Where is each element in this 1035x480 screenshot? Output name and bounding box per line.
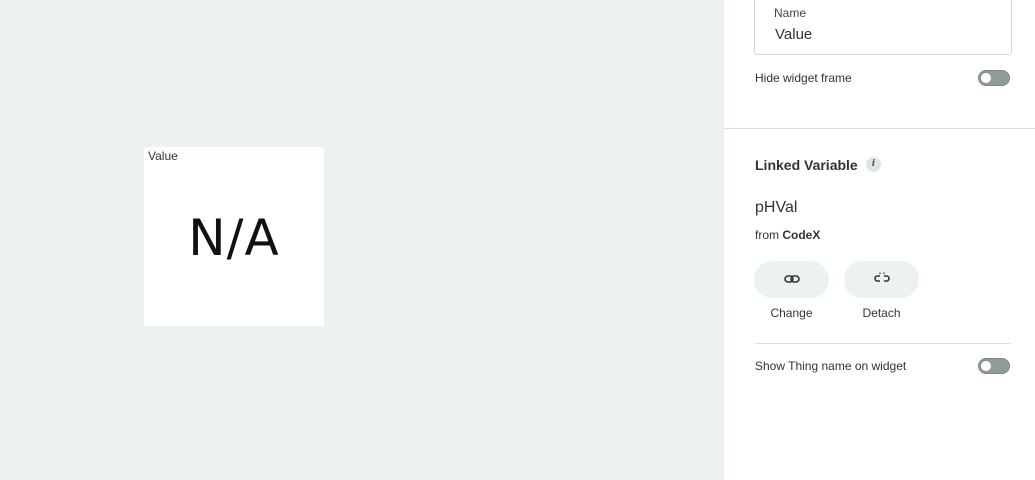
hide-frame-label: Hide widget frame xyxy=(755,71,852,85)
detach-label: Detach xyxy=(862,306,901,320)
row-divider xyxy=(755,343,1011,344)
value-widget[interactable]: Value N/A xyxy=(144,147,324,326)
variable-source: from CodeX xyxy=(755,228,820,242)
variable-name: pHVal xyxy=(755,199,798,216)
widget-value: N/A xyxy=(188,209,280,267)
variable-source-thing: CodeX xyxy=(782,228,821,242)
variable-source-prefix: from xyxy=(755,228,779,242)
name-input[interactable] xyxy=(775,26,995,43)
unlink-icon xyxy=(873,271,890,289)
section-divider xyxy=(724,128,1035,129)
widget-title: Value xyxy=(148,149,178,163)
change-button[interactable] xyxy=(754,261,829,298)
detach-button[interactable] xyxy=(844,261,919,298)
link-icon xyxy=(783,271,800,289)
linked-variable-title: Linked Variable xyxy=(755,157,858,173)
dashboard-canvas: Value N/A xyxy=(0,0,724,480)
hide-frame-toggle[interactable] xyxy=(978,70,1010,86)
change-label: Change xyxy=(770,306,813,320)
info-icon[interactable]: i xyxy=(866,157,881,172)
show-thing-name-label: Show Thing name on widget xyxy=(755,359,907,373)
widget-settings-panel: Name Hide widget frame Linked Variable i… xyxy=(724,0,1035,480)
name-field[interactable]: Name xyxy=(754,0,1012,55)
show-thing-name-toggle[interactable] xyxy=(978,358,1010,374)
name-field-label: Name xyxy=(774,6,807,20)
